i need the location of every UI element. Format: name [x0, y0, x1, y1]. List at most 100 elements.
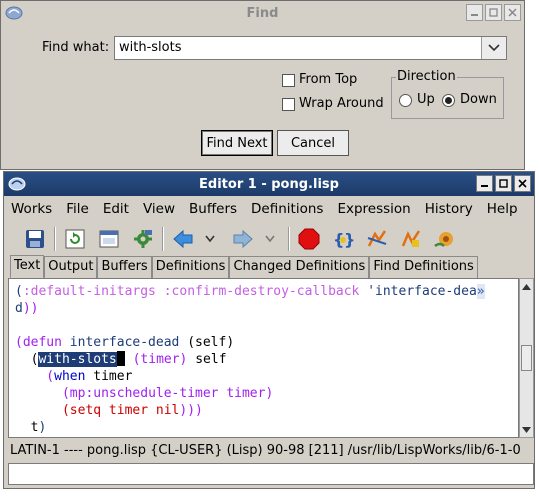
- code-token: (: [15, 369, 55, 384]
- code-token: (self): [187, 335, 235, 350]
- code-line: (defun interface-dead (self): [15, 334, 518, 351]
- code-editor[interactable]: (:default-initargs :confirm-destroy-call…: [8, 278, 519, 438]
- trace-icon[interactable]: [398, 226, 424, 252]
- profile-icon[interactable]: [432, 226, 458, 252]
- from-top-label: From Top: [299, 72, 358, 87]
- from-top-checkbox[interactable]: [282, 74, 295, 87]
- menu-history[interactable]: History: [418, 201, 480, 217]
- code-token: )): [22, 301, 39, 316]
- code-line: t): [15, 419, 518, 436]
- menu-view[interactable]: View: [136, 201, 182, 217]
- find-what-label: Find what:: [42, 40, 110, 55]
- code-token: mp:unschedule-timer timer: [69, 386, 266, 401]
- code-token: ): [265, 386, 274, 401]
- forward-menu-icon[interactable]: [264, 226, 276, 252]
- code-token: defun: [22, 335, 62, 350]
- find-next-button[interactable]: Find Next: [201, 130, 273, 156]
- code-line: (mp:unschedule-timer timer): [15, 385, 518, 402]
- search-match-highlight: with-slots: [38, 352, 117, 367]
- code-token: :default-initargs :confirm-destroy-callb…: [22, 284, 360, 299]
- text-cursor: [116, 351, 125, 366]
- debug-icon[interactable]: {}: [330, 226, 356, 252]
- toolbar-separator: [162, 227, 164, 251]
- menu-bar: Works File Edit View Buffers Definitions…: [4, 196, 534, 222]
- maximize-icon[interactable]: [485, 4, 502, 21]
- echo-area-input[interactable]: [8, 463, 534, 485]
- menu-help[interactable]: Help: [480, 201, 525, 217]
- forward-arrow-icon[interactable]: [230, 226, 256, 252]
- inspect-icon[interactable]: [364, 226, 390, 252]
- code-line: (:default-initargs :confirm-destroy-call…: [15, 283, 518, 300]
- close-icon[interactable]: [514, 175, 531, 192]
- close-icon[interactable]: [504, 4, 521, 21]
- toolbar-separator: [54, 227, 56, 251]
- code-token: 'interface-dea: [359, 284, 477, 299]
- code-token: (: [15, 335, 23, 350]
- tab-changed-definitions[interactable]: Changed Definitions: [229, 256, 370, 278]
- direction-up-radio[interactable]: [399, 94, 412, 107]
- chevron-down-icon[interactable]: [481, 37, 506, 59]
- scroll-up-icon[interactable]: [521, 280, 532, 293]
- find-title: Find: [246, 5, 279, 21]
- find-what-input[interactable]: with-slots: [115, 37, 481, 59]
- stop-icon[interactable]: [296, 226, 322, 252]
- editor-window: Editor 1 - pong.lisp Works File Edit Vie…: [3, 171, 535, 489]
- minimize-icon[interactable]: [466, 4, 483, 21]
- code-token: (: [15, 386, 70, 401]
- menu-edit[interactable]: Edit: [96, 201, 136, 217]
- code-token: timer: [85, 369, 133, 384]
- menu-definitions[interactable]: Definitions: [244, 201, 330, 217]
- code-token: t: [15, 420, 39, 435]
- menu-buffers[interactable]: Buffers: [182, 201, 244, 217]
- cancel-button[interactable]: Cancel: [277, 130, 349, 156]
- code-line: (when timer: [15, 368, 518, 385]
- save-icon[interactable]: [22, 226, 48, 252]
- vertical-scrollbar[interactable]: [519, 278, 534, 438]
- code-token: ))): [179, 403, 203, 418]
- wrap-around-label: Wrap Around: [299, 96, 384, 111]
- direction-down-radio[interactable]: [442, 94, 455, 107]
- direction-down-label: Down: [460, 92, 497, 107]
- editor-title-bar[interactable]: Editor 1 - pong.lisp: [4, 172, 534, 196]
- gear-icon[interactable]: [130, 226, 156, 252]
- lispworks-logo-icon: [8, 175, 26, 193]
- tab-bar: Text Output Buffers Definitions Changed …: [4, 255, 534, 278]
- wrap-around-checkbox[interactable]: [282, 98, 295, 111]
- toolbar-separator: [288, 227, 290, 251]
- code-line: (setq timer nil))): [15, 402, 518, 419]
- code-token: d: [15, 301, 23, 316]
- revert-icon[interactable]: [62, 226, 88, 252]
- code-token: interface-dead: [61, 335, 188, 350]
- back-menu-icon[interactable]: [204, 226, 216, 252]
- code-token: (: [15, 352, 39, 367]
- direction-label: Direction: [396, 69, 457, 84]
- code-token: (: [15, 403, 70, 418]
- tab-find-definitions[interactable]: Find Definitions: [369, 256, 478, 278]
- menu-works[interactable]: Works: [4, 201, 59, 217]
- code-token: setq timer nil: [69, 403, 180, 418]
- maximize-icon[interactable]: [495, 175, 512, 192]
- tab-buffers[interactable]: Buffers: [97, 256, 152, 278]
- scroll-down-icon[interactable]: [521, 423, 532, 436]
- code-token: ): [38, 420, 47, 435]
- back-arrow-icon[interactable]: [170, 226, 196, 252]
- tab-definitions[interactable]: Definitions: [151, 256, 230, 278]
- minimize-icon[interactable]: [476, 175, 493, 192]
- find-what-combobox[interactable]: with-slots: [114, 36, 507, 60]
- find-title-bar[interactable]: Find: [1, 1, 524, 25]
- code-line: (with-slots (timer) self: [15, 351, 518, 368]
- tab-text[interactable]: Text: [10, 255, 45, 278]
- menu-expression[interactable]: Expression: [330, 201, 417, 217]
- window-icon[interactable]: [96, 226, 122, 252]
- line-overflow-marker: »: [476, 284, 485, 299]
- lispworks-logo-icon: [5, 4, 23, 22]
- code-token: (: [15, 284, 23, 299]
- editor-title: Editor 1 - pong.lisp: [199, 176, 339, 192]
- tab-output[interactable]: Output: [44, 256, 98, 278]
- code-token: (timer): [124, 352, 188, 367]
- code-token: self: [187, 352, 227, 367]
- code-token: when: [54, 369, 86, 384]
- direction-up-label: Up: [417, 92, 435, 107]
- scroll-thumb[interactable]: [521, 345, 532, 371]
- menu-file[interactable]: File: [59, 201, 96, 217]
